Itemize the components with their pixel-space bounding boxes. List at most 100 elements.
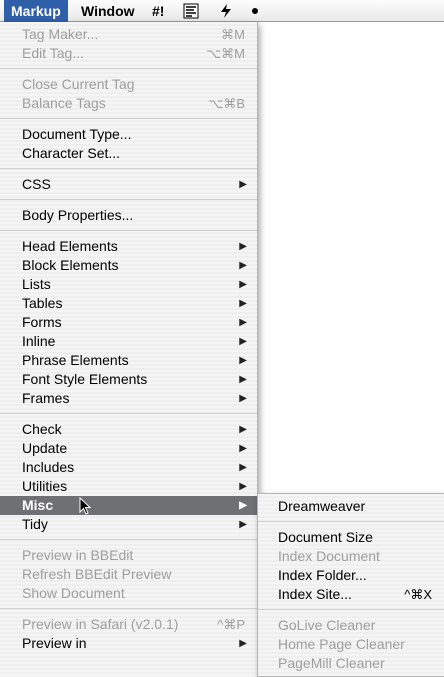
menu-item-edit-tag[interactable]: Edit Tag... ⌥⌘M <box>0 44 257 63</box>
misc-label: Misc <box>22 497 54 513</box>
menu-item-inline[interactable]: Inline ▶ <box>0 332 257 351</box>
menu-item-refresh-bbedit[interactable]: Refresh BBEdit Preview <box>0 565 257 584</box>
menu-item-check[interactable]: Check ▶ <box>0 420 257 439</box>
tables-label: Tables <box>22 295 63 311</box>
submenu-item-dreamweaver[interactable]: Dreamweaver <box>258 497 444 516</box>
submenu-item-index-site[interactable]: Index Site... ^⌘X <box>258 585 444 604</box>
submenu-item-index-document[interactable]: Index Document <box>258 547 444 566</box>
doc-type-label: Document Type... <box>22 126 132 142</box>
menubar-markup[interactable]: Markup <box>4 0 68 22</box>
preview-safari-shortcut: ^⌘P <box>217 617 245 632</box>
index-folder-label: Index Folder... <box>278 567 367 583</box>
menu-separator <box>0 413 257 414</box>
submenu-arrow-icon: ▶ <box>239 638 247 649</box>
utilities-label: Utilities <box>22 478 68 494</box>
golive-cleaner-label: GoLive Cleaner <box>278 617 376 633</box>
submenu-arrow-icon: ▶ <box>239 393 247 404</box>
menu-item-tag-maker[interactable]: Tag Maker... ⌘M <box>0 25 257 44</box>
edit-tag-shortcut: ⌥⌘M <box>206 46 245 61</box>
menu-item-document-type[interactable]: Document Type... <box>0 125 257 144</box>
submenu-arrow-icon: ▶ <box>239 241 247 252</box>
submenu-arrow-icon: ▶ <box>239 481 247 492</box>
menu-separator <box>0 230 257 231</box>
edit-tag-label: Edit Tag... <box>22 45 85 61</box>
menu-item-body-properties[interactable]: Body Properties... <box>0 206 257 225</box>
show-document-label: Show Document <box>22 585 125 601</box>
menu-separator <box>0 168 257 169</box>
preview-safari-label: Preview in Safari (v2.0.1) <box>22 616 179 632</box>
menu-item-preview-bbedit[interactable]: Preview in BBEdit <box>0 546 257 565</box>
menu-separator <box>0 68 257 69</box>
refresh-bbedit-label: Refresh BBEdit Preview <box>22 566 172 582</box>
mouse-pointer-icon <box>79 496 93 517</box>
menu-separator <box>258 609 444 610</box>
body-props-label: Body Properties... <box>22 207 134 223</box>
menu-item-close-tag[interactable]: Close Current Tag <box>0 75 257 94</box>
menubar-window[interactable]: Window <box>81 0 135 22</box>
submenu-arrow-icon: ▶ <box>239 298 247 309</box>
balance-tags-shortcut: ⌥⌘B <box>208 96 245 111</box>
home-page-cleaner-label: Home Page Cleaner <box>278 636 405 652</box>
menu-item-block-elements[interactable]: Block Elements ▶ <box>0 256 257 275</box>
menu-separator <box>0 199 257 200</box>
tag-maker-label: Tag Maker... <box>22 26 99 42</box>
close-tag-label: Close Current Tag <box>22 76 135 92</box>
submenu-arrow-icon: ▶ <box>239 462 247 473</box>
menu-item-update[interactable]: Update ▶ <box>0 439 257 458</box>
menu-bar: Markup Window #! <box>0 0 444 22</box>
document-size-label: Document Size <box>278 529 373 545</box>
submenu-item-document-size[interactable]: Document Size <box>258 528 444 547</box>
submenu-arrow-icon: ▶ <box>239 500 247 511</box>
menu-separator <box>0 118 257 119</box>
submenu-item-index-folder[interactable]: Index Folder... <box>258 566 444 585</box>
menu-item-preview-in[interactable]: Preview in ▶ <box>0 634 257 653</box>
menu-item-balance-tags[interactable]: Balance Tags ⌥⌘B <box>0 94 257 113</box>
submenu-arrow-icon: ▶ <box>239 443 247 454</box>
submenu-arrow-icon: ▶ <box>239 355 247 366</box>
submenu-arrow-icon: ▶ <box>239 279 247 290</box>
submenu-arrow-icon: ▶ <box>239 519 247 530</box>
menu-item-phrase-elements[interactable]: Phrase Elements ▶ <box>0 351 257 370</box>
check-label: Check <box>22 421 62 437</box>
head-elements-label: Head Elements <box>22 238 118 254</box>
menu-separator <box>0 539 257 540</box>
menu-item-show-document[interactable]: Show Document <box>0 584 257 603</box>
submenu-item-pagemill-cleaner[interactable]: PageMill Cleaner <box>258 654 444 673</box>
frames-label: Frames <box>22 390 70 406</box>
menu-item-css[interactable]: CSS ▶ <box>0 175 257 194</box>
menu-item-lists[interactable]: Lists ▶ <box>0 275 257 294</box>
inline-label: Inline <box>22 333 56 349</box>
tag-maker-shortcut: ⌘M <box>221 27 245 42</box>
menu-item-frames[interactable]: Frames ▶ <box>0 389 257 408</box>
menu-item-head-elements[interactable]: Head Elements ▶ <box>0 237 257 256</box>
menu-item-character-set[interactable]: Character Set... <box>0 144 257 163</box>
block-elements-label: Block Elements <box>22 257 119 273</box>
preview-in-label: Preview in <box>22 635 87 651</box>
submenu-item-home-page-cleaner[interactable]: Home Page Cleaner <box>258 635 444 654</box>
menu-item-misc[interactable]: Misc ▶ <box>0 496 257 515</box>
script-icon[interactable] <box>183 3 199 19</box>
overflow-icon[interactable] <box>250 3 260 19</box>
forms-label: Forms <box>22 314 62 330</box>
menu-item-font-style-elements[interactable]: Font Style Elements ▶ <box>0 370 257 389</box>
dreamweaver-label: Dreamweaver <box>278 498 366 514</box>
menu-item-tidy[interactable]: Tidy ▶ <box>0 515 257 534</box>
index-document-label: Index Document <box>278 548 380 564</box>
lists-label: Lists <box>22 276 51 292</box>
submenu-item-golive-cleaner[interactable]: GoLive Cleaner <box>258 616 444 635</box>
menu-item-utilities[interactable]: Utilities ▶ <box>0 477 257 496</box>
menu-item-forms[interactable]: Forms ▶ <box>0 313 257 332</box>
submenu-arrow-icon: ▶ <box>239 336 247 347</box>
menu-item-includes[interactable]: Includes ▶ <box>0 458 257 477</box>
includes-label: Includes <box>22 459 75 475</box>
menubar-hashbang[interactable]: #! <box>152 0 164 22</box>
submenu-arrow-icon: ▶ <box>239 374 247 385</box>
submenu-arrow-icon: ▶ <box>239 317 247 328</box>
pagemill-cleaner-label: PageMill Cleaner <box>278 655 385 671</box>
lightning-icon[interactable] <box>218 3 234 19</box>
menu-item-preview-safari[interactable]: Preview in Safari (v2.0.1) ^⌘P <box>0 615 257 634</box>
phrase-elements-label: Phrase Elements <box>22 352 129 368</box>
update-label: Update <box>22 440 68 456</box>
preview-bbedit-label: Preview in BBEdit <box>22 547 134 563</box>
menu-item-tables[interactable]: Tables ▶ <box>0 294 257 313</box>
